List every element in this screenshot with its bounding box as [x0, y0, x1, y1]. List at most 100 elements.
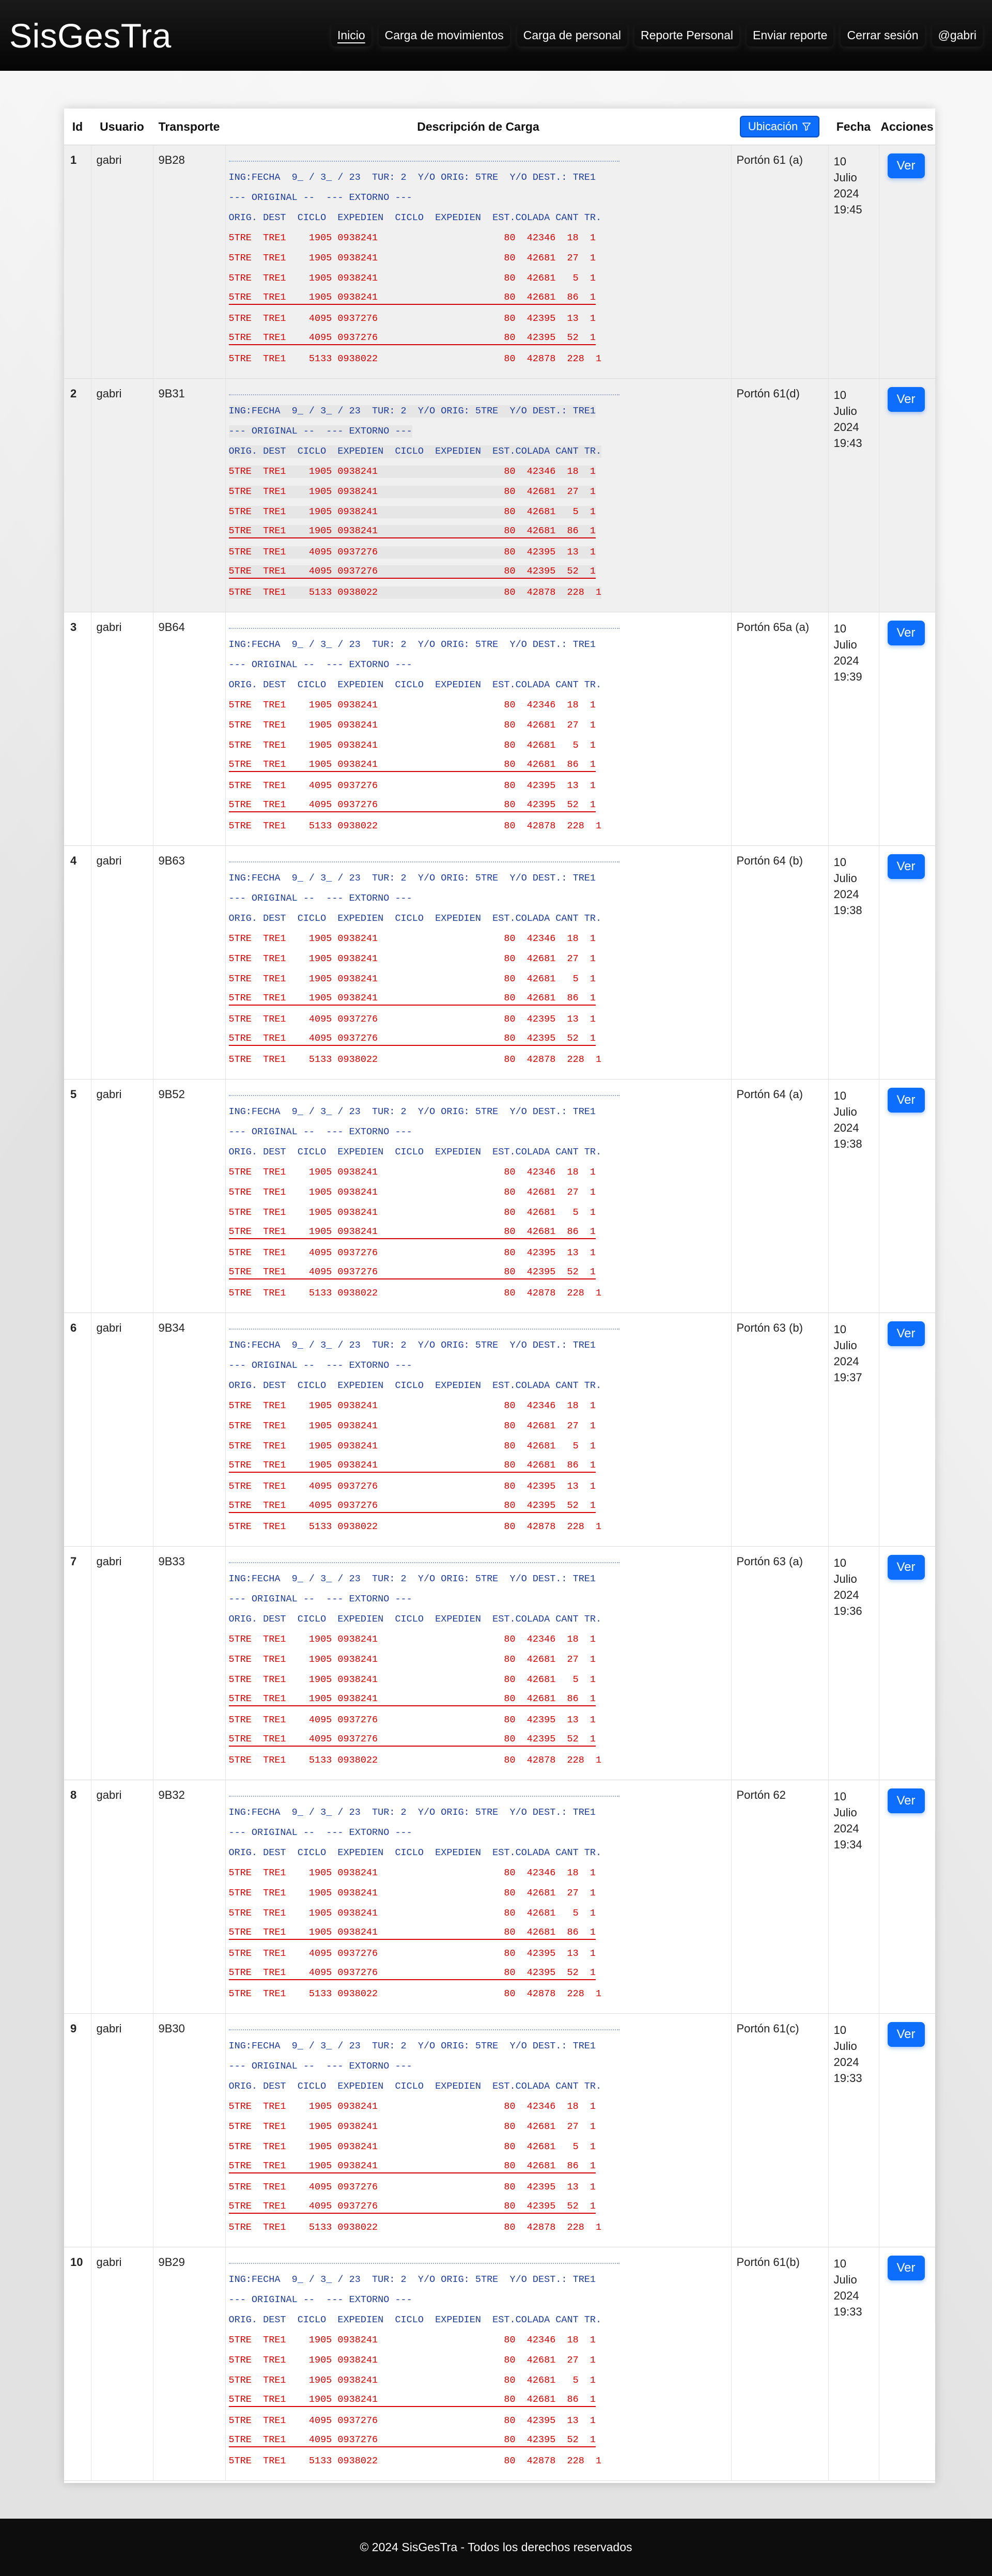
- cargo-line: 5TRE TRE1 1905 0938241 80 42681 5 1: [228, 2141, 596, 2152]
- cell-usuario: gabri: [90, 1546, 153, 1780]
- cargo-line: 5TRE TRE1 1905 0938241 80 42681 86 1: [228, 1693, 596, 1706]
- cell-descripcion: ING:FECHA 9_ / 3_ / 23 TUR: 2 Y/O ORIG: …: [225, 612, 731, 846]
- cell-transporte: 9B34: [152, 1313, 225, 1547]
- cell-acciones: Ver: [878, 145, 935, 379]
- cargo-line: 5TRE TRE1 1905 0938241 80 42681 86 1: [228, 759, 596, 772]
- cell-id: 4: [64, 845, 91, 1079]
- ver-button[interactable]: Ver: [887, 153, 925, 178]
- cargo-line: 5TRE TRE1 4095 0937276 80 42395 13 1: [228, 2415, 596, 2426]
- cargo-line: 5TRE TRE1 1905 0938241 80 42346 18 1: [228, 2335, 596, 2346]
- cell-id: 9: [64, 2013, 91, 2247]
- cargo-table-card: Id Usuario Transporte Descripción de Car…: [64, 109, 935, 2483]
- nav-user-profile[interactable]: @gabri: [932, 24, 983, 47]
- cargo-line: --- ORIGINAL -- --- EXTORNO ---: [228, 2061, 412, 2072]
- fecha-dia: 10: [833, 856, 846, 869]
- cargo-separator: [228, 152, 730, 164]
- cell-descripcion: ING:FECHA 9_ / 3_ / 23 TUR: 2 Y/O ORIG: …: [225, 1780, 731, 2014]
- fecha-hora: 19:38: [833, 904, 862, 917]
- cell-descripcion: ING:FECHA 9_ / 3_ / 23 TUR: 2 Y/O ORIG: …: [225, 845, 731, 1079]
- nav-enviar-reporte[interactable]: Enviar reporte: [747, 24, 833, 47]
- cargo-line: ING:FECHA 9_ / 3_ / 23 TUR: 2 Y/O ORIG: …: [228, 172, 596, 183]
- cell-id: 3: [64, 612, 91, 846]
- cargo-line: --- ORIGINAL -- --- EXTORNO ---: [228, 2294, 412, 2305]
- ver-button[interactable]: Ver: [887, 1088, 925, 1113]
- cargo-line: 5TRE TRE1 4095 0937276 80 42395 13 1: [228, 1715, 596, 1725]
- brand-logo[interactable]: SisGesTra: [9, 16, 172, 55]
- cargo-line: 5TRE TRE1 1905 0938241 80 42681 86 1: [228, 1459, 596, 1473]
- ubicacion-filter-button[interactable]: Ubicación: [739, 116, 820, 137]
- col-header-descripcion: Descripción de Carga: [225, 109, 731, 145]
- cargo-line: --- ORIGINAL -- --- EXTORNO ---: [228, 192, 412, 203]
- cargo-line: ORIG. DEST CICLO EXPEDIEN CICLO EXPEDIEN…: [228, 2315, 602, 2325]
- cargo-line: --- ORIGINAL -- --- EXTORNO ---: [228, 893, 412, 904]
- cargo-line: ORIG. DEST CICLO EXPEDIEN CICLO EXPEDIEN…: [228, 913, 602, 924]
- cell-fecha: 10 Julio 2024 19:33: [828, 2013, 879, 2247]
- ver-button[interactable]: Ver: [887, 2022, 925, 2047]
- fecha-hora: 19:33: [833, 2305, 862, 2318]
- cell-id: 5: [64, 1079, 91, 1313]
- cell-fecha: 10 Julio 2024 19:38: [828, 1079, 879, 1313]
- fecha-mes: Julio: [833, 1806, 857, 1819]
- cargo-line: 5TRE TRE1 1905 0938241 80 42681 5 1: [228, 1674, 596, 1685]
- ver-button[interactable]: Ver: [887, 1788, 925, 1813]
- filter-icon: [802, 122, 811, 131]
- ver-button[interactable]: Ver: [887, 387, 925, 412]
- col-header-ubicacion: Ubicación: [731, 109, 828, 145]
- cargo-line: ING:FECHA 9_ / 3_ / 23 TUR: 2 Y/O ORIG: …: [228, 873, 596, 884]
- cargo-line: 5TRE TRE1 1905 0938241 80 42681 86 1: [228, 1926, 596, 1940]
- cargo-line: ING:FECHA 9_ / 3_ / 23 TUR: 2 Y/O ORIG: …: [228, 639, 596, 650]
- fecha-anio: 2024: [833, 1355, 859, 1368]
- ver-button[interactable]: Ver: [887, 2256, 925, 2280]
- cargo-line: 5TRE TRE1 1905 0938241 80 42681 86 1: [228, 992, 596, 1006]
- cargo-separator: [228, 1554, 730, 1565]
- cell-usuario: gabri: [90, 612, 153, 846]
- fecha-dia: 10: [833, 2024, 846, 2037]
- cargo-line: 5TRE TRE1 1905 0938241 80 42681 27 1: [228, 720, 596, 731]
- cell-id: 10: [64, 2247, 91, 2481]
- cell-usuario: gabri: [90, 1313, 153, 1547]
- nav-carga-movimientos[interactable]: Carga de movimientos: [379, 24, 510, 47]
- cell-acciones: Ver: [878, 1546, 935, 1780]
- nav-reporte-personal[interactable]: Reporte Personal: [634, 24, 739, 47]
- navbar: SisGesTra Inicio Carga de movimientos Ca…: [0, 0, 992, 71]
- cell-ubicacion: Portón 61(b): [731, 2247, 828, 2481]
- nav-cerrar-sesion[interactable]: Cerrar sesión: [841, 24, 924, 47]
- cargo-line: 5TRE TRE1 1905 0938241 80 42681 86 1: [228, 291, 596, 305]
- cargo-line: 5TRE TRE1 1905 0938241 80 42681 5 1: [228, 2375, 596, 2386]
- cargo-line: ING:FECHA 9_ / 3_ / 23 TUR: 2 Y/O ORIG: …: [228, 1106, 596, 1117]
- nav-inicio[interactable]: Inicio: [331, 24, 371, 47]
- cargo-line: 5TRE TRE1 1905 0938241 80 42681 27 1: [228, 1888, 596, 1899]
- cell-ubicacion: Portón 61 (a): [731, 145, 828, 379]
- fecha-mes: Julio: [833, 2040, 857, 2053]
- ver-button[interactable]: Ver: [887, 854, 925, 879]
- cell-acciones: Ver: [878, 1313, 935, 1547]
- cargo-line: 5TRE TRE1 1905 0938241 80 42346 18 1: [228, 1868, 596, 1878]
- cell-ubicacion: Portón 65a (a): [731, 612, 828, 846]
- cargo-line: 5TRE TRE1 1905 0938241 80 42681 5 1: [228, 1441, 596, 1452]
- ver-button[interactable]: Ver: [887, 621, 925, 645]
- cell-ubicacion: Portón 62: [731, 1780, 828, 2014]
- fecha-hora: 19:36: [833, 1605, 862, 1617]
- fecha-dia: 10: [833, 389, 846, 402]
- cell-id: 2: [64, 378, 91, 612]
- cargo-line: 5TRE TRE1 1905 0938241 80 42681 86 1: [228, 2160, 596, 2173]
- cargo-line: --- ORIGINAL -- --- EXTORNO ---: [228, 1127, 412, 1137]
- cargo-line: 5TRE TRE1 5133 0938022 80 42878 228 1: [228, 1521, 602, 1532]
- cell-fecha: 10 Julio 2024 19:43: [828, 378, 879, 612]
- cargo-line: 5TRE TRE1 1905 0938241 80 42681 27 1: [228, 953, 596, 964]
- table-row: 1 gabri 9B28 ING:FECHA 9_ / 3_ / 23 TUR: 2 …: [64, 145, 935, 379]
- cargo-line: --- ORIGINAL -- --- EXTORNO ---: [228, 1594, 412, 1605]
- cell-transporte: 9B32: [152, 1780, 225, 2014]
- cell-acciones: Ver: [878, 2013, 935, 2247]
- ver-button[interactable]: Ver: [887, 1555, 925, 1580]
- cargo-line: 5TRE TRE1 1905 0938241 80 42681 27 1: [228, 1421, 596, 1431]
- cargo-line: ORIG. DEST CICLO EXPEDIEN CICLO EXPEDIEN…: [228, 445, 602, 458]
- table-row: 8 gabri 9B32 ING:FECHA 9_ / 3_ / 23 TUR: 2 …: [64, 1780, 935, 2014]
- ver-button[interactable]: Ver: [887, 1321, 925, 1346]
- cargo-line: 5TRE TRE1 1905 0938241 80 42346 18 1: [228, 2101, 596, 2112]
- nav-carga-personal[interactable]: Carga de personal: [517, 24, 627, 47]
- cargo-line: --- ORIGINAL -- --- EXTORNO ---: [228, 659, 412, 670]
- cargo-line: 5TRE TRE1 1905 0938241 80 42346 18 1: [228, 233, 596, 243]
- fecha-mes: Julio: [833, 872, 857, 885]
- cargo-line: 5TRE TRE1 1905 0938241 80 42681 5 1: [228, 273, 596, 284]
